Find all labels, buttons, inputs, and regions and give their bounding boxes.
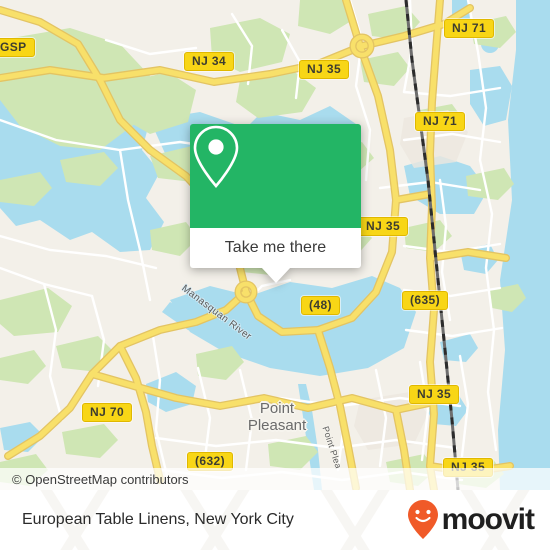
road-shield-nj35-lower: NJ 35: [409, 385, 460, 404]
road-shield-nj71-mid: NJ 71: [415, 112, 466, 131]
road-shield-48: (48): [301, 296, 340, 315]
page-title: European Table Linens, New York City: [22, 511, 294, 528]
road-shield-gsp: GSP: [0, 38, 35, 57]
road-shield-nj34: NJ 34: [184, 52, 235, 71]
popup-action-label: Take me there: [224, 239, 327, 256]
road-shield-nj35-mid: NJ 35: [358, 217, 409, 236]
moovit-logo[interactable]: moovit: [406, 499, 550, 541]
road-shield-nj35-top: NJ 35: [299, 60, 350, 79]
road-shield-635: (635): [402, 291, 449, 310]
popup-action-button[interactable]: Take me there: [190, 228, 361, 268]
road-shield-nj71-top: NJ 71: [444, 19, 495, 38]
popup-pointer-tail: [260, 267, 291, 283]
osm-attribution-text[interactable]: © OpenStreetMap contributors: [0, 472, 189, 487]
location-popup-card[interactable]: Take me there: [190, 124, 361, 283]
road-shield-nj70: NJ 70: [82, 403, 133, 422]
popup-header: [190, 124, 361, 228]
moovit-pin-smile-icon: [407, 500, 438, 539]
location-pin-icon: [193, 125, 239, 188]
map-attribution-bar: © OpenStreetMap contributors: [0, 468, 550, 490]
moovit-wordmark: moovit: [441, 503, 535, 536]
footer-bar: European Table Linens, New York City moo…: [0, 490, 550, 550]
map-screenshot: Point Pleasant Manasquan River Point Ple…: [0, 0, 550, 550]
map-canvas[interactable]: Point Pleasant Manasquan River Point Ple…: [0, 0, 550, 490]
